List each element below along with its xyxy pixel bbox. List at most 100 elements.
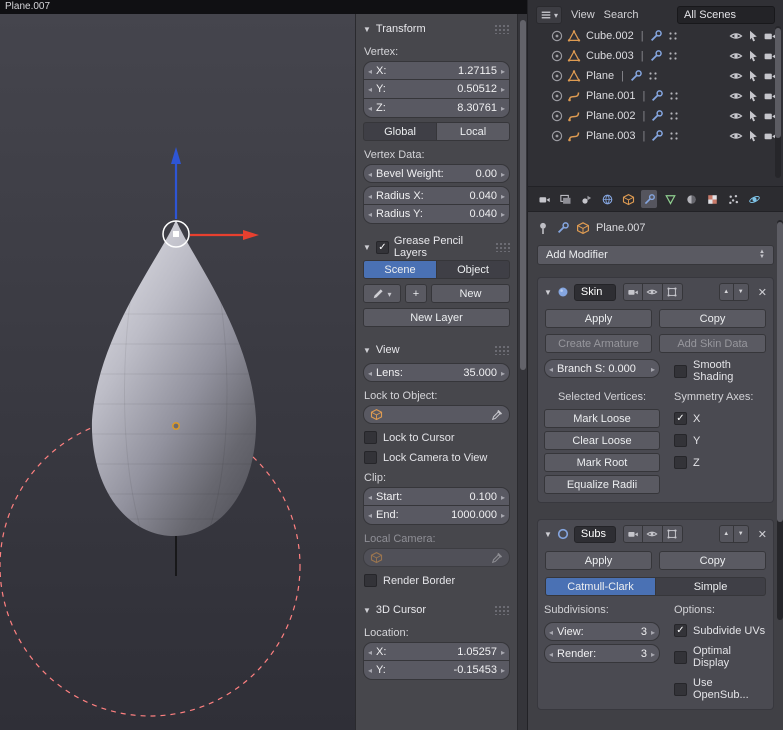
render-toggle[interactable]	[622, 525, 643, 543]
clip-start-field[interactable]: Start: 0.100	[363, 487, 510, 506]
tab-render[interactable]	[535, 189, 553, 209]
subdivide-uvs-checkbox[interactable]	[674, 624, 687, 637]
translate-manipulator[interactable]	[162, 147, 259, 248]
symmetry-y-checkbox[interactable]	[674, 434, 687, 447]
data-dots-icon[interactable]	[667, 89, 681, 103]
pin-icon[interactable]	[536, 221, 550, 235]
grease-object-tab[interactable]: Object	[437, 260, 510, 279]
subsurf-apply-button[interactable]: Apply	[545, 551, 652, 570]
view-panel-header[interactable]: View	[363, 341, 510, 359]
tab-texture[interactable]	[703, 189, 721, 209]
outliner-row[interactable]: Plane.001	[534, 86, 777, 106]
skin-modifier-header[interactable]: Skin ▲ ▼	[544, 281, 767, 303]
visibility-eye-icon[interactable]	[729, 49, 743, 63]
clip-end-field[interactable]: End: 1000.000	[363, 506, 510, 525]
smooth-shading-row[interactable]: Smooth Shading	[674, 359, 767, 383]
lock-camera-checkbox[interactable]	[364, 451, 377, 464]
outliner-row[interactable]: Plane.003	[534, 126, 777, 146]
collapse-triangle-icon[interactable]	[544, 286, 552, 298]
selectable-pointer-icon[interactable]	[746, 89, 760, 103]
viewport-visibility-toggle[interactable]	[642, 525, 663, 543]
tab-scene[interactable]	[577, 189, 595, 209]
selectable-pointer-icon[interactable]	[746, 69, 760, 83]
modifier-wrench-icon[interactable]	[650, 109, 664, 123]
properties-scrollbar[interactable]	[777, 220, 783, 620]
collapse-triangle-icon[interactable]	[544, 528, 552, 540]
move-up-button[interactable]: ▲	[718, 525, 734, 543]
eyedropper-icon[interactable]	[491, 552, 503, 564]
clear-loose-button[interactable]: Clear Loose	[544, 431, 660, 450]
panel-grip[interactable]	[494, 345, 510, 355]
panel-grip[interactable]	[494, 605, 510, 615]
render-border-checkbox[interactable]	[364, 574, 377, 587]
outliner-scrollbar[interactable]	[775, 26, 781, 178]
mark-root-button[interactable]: Mark Root	[544, 453, 660, 472]
global-button[interactable]: Global	[363, 122, 437, 141]
selectable-pointer-icon[interactable]	[746, 49, 760, 63]
move-up-button[interactable]: ▲	[718, 283, 734, 301]
skin-apply-button[interactable]: Apply	[545, 309, 652, 328]
outliner-row[interactable]: Plane.002	[534, 106, 777, 126]
modifier-wrench-icon[interactable]	[649, 29, 663, 43]
transform-panel-header[interactable]: Transform	[363, 20, 510, 38]
simple-button[interactable]: Simple	[656, 577, 766, 596]
vertex-x-field[interactable]: X: 1.27115	[363, 61, 510, 80]
visibility-eye-icon[interactable]	[729, 29, 743, 43]
subdivide-uvs-row[interactable]: Subdivide UVs	[674, 624, 767, 637]
scrollbar-thumb[interactable]	[777, 222, 783, 522]
grease-scene-tab[interactable]: Scene	[363, 260, 437, 279]
smooth-shading-checkbox[interactable]	[674, 364, 687, 378]
equalize-radii-button[interactable]: Equalize Radii	[544, 475, 660, 494]
radius-y-field[interactable]: Radius Y: 0.040	[363, 205, 510, 224]
subsurf-copy-button[interactable]: Copy	[659, 551, 766, 570]
lock-to-cursor-row[interactable]: Lock to Cursor	[364, 431, 509, 444]
data-dots-icon[interactable]	[667, 109, 681, 123]
symmetry-y-row[interactable]: Y	[674, 434, 767, 447]
use-opensubdiv-row[interactable]: Use OpenSub...	[674, 677, 767, 701]
skin-copy-button[interactable]: Copy	[659, 309, 766, 328]
teardrop-mesh[interactable]	[80, 220, 270, 536]
modifier-name-field[interactable]: Skin	[573, 283, 616, 301]
expand-icon[interactable]	[550, 69, 564, 83]
vertex-z-field[interactable]: Z: 8.30761	[363, 99, 510, 118]
data-dots-icon[interactable]	[666, 49, 680, 63]
panel-grip[interactable]	[494, 24, 510, 34]
grease-pencil-panel-header[interactable]: Grease Pencil Layers	[363, 235, 510, 259]
tab-world[interactable]	[598, 189, 616, 209]
outliner-row[interactable]: Cube.002	[534, 26, 777, 46]
local-button[interactable]: Local	[437, 122, 510, 141]
selectable-pointer-icon[interactable]	[746, 29, 760, 43]
lock-to-cursor-checkbox[interactable]	[364, 431, 377, 444]
catmull-clark-button[interactable]: Catmull-Clark	[545, 577, 656, 596]
radius-x-field[interactable]: Radius X: 0.040	[363, 186, 510, 205]
branch-smoothing-field[interactable]: Branch S: 0.000	[544, 359, 660, 378]
expand-icon[interactable]	[550, 49, 564, 63]
tab-particles[interactable]	[724, 189, 742, 209]
modifier-wrench-icon[interactable]	[649, 49, 663, 63]
vertex-y-field[interactable]: Y: 0.50512	[363, 80, 510, 99]
display-mode-dropdown[interactable]: All Scenes	[677, 6, 775, 24]
scrollbar-thumb[interactable]	[520, 20, 526, 370]
viewport-visibility-toggle[interactable]	[642, 283, 663, 301]
cursor-y-field[interactable]: Y: -0.15453	[363, 661, 510, 680]
search-menu[interactable]: Search	[604, 9, 639, 21]
local-camera-field[interactable]	[363, 548, 510, 567]
mark-loose-button[interactable]: Mark Loose	[544, 409, 660, 428]
lens-field[interactable]: Lens: 35.000	[363, 363, 510, 382]
edit-mode-toggle[interactable]	[662, 283, 683, 301]
tab-object[interactable]	[619, 189, 637, 209]
lock-object-field[interactable]	[363, 405, 510, 424]
lock-camera-row[interactable]: Lock Camera to View	[364, 451, 509, 464]
add-modifier-button[interactable]: Add Modifier ▲ ▼	[537, 245, 774, 265]
data-dots-icon[interactable]	[667, 129, 681, 143]
breadcrumb-object-name[interactable]: Plane.007	[596, 222, 646, 234]
delete-modifier-icon[interactable]	[758, 528, 767, 541]
outliner-row[interactable]: Plane	[534, 66, 777, 86]
selectable-pointer-icon[interactable]	[746, 129, 760, 143]
visibility-eye-icon[interactable]	[729, 69, 743, 83]
view-menu[interactable]: View	[571, 9, 595, 21]
selectable-pointer-icon[interactable]	[746, 109, 760, 123]
sidebar-scrollbar[interactable]	[517, 14, 527, 730]
draw-tool-button[interactable]	[363, 284, 401, 303]
tab-physics[interactable]	[745, 189, 763, 209]
